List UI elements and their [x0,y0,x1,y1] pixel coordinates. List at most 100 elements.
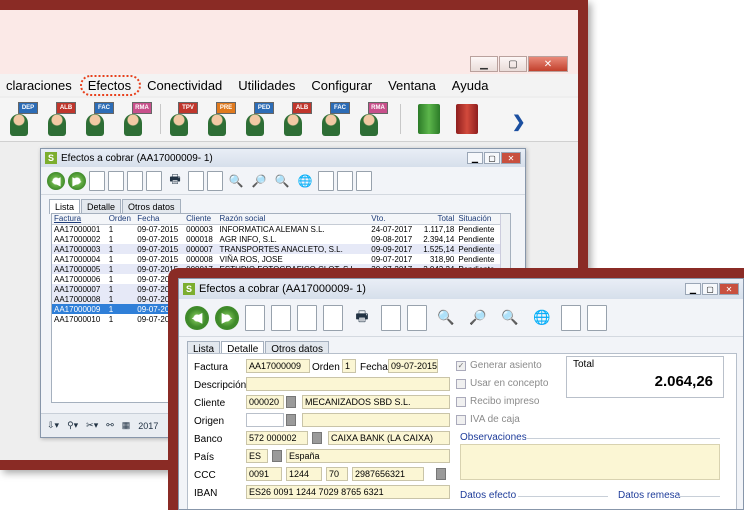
zoom-icon[interactable]: 🔎 [249,171,269,191]
purchase-rma-user-icon[interactable]: RMA [358,102,388,136]
exit-document-icon[interactable] [356,170,372,191]
delivery-note-user-icon[interactable]: ALB [46,102,76,136]
minimize-button[interactable]: ▁ [467,152,483,164]
export-icon[interactable] [318,170,334,191]
export-icon[interactable] [561,304,581,331]
print-icon[interactable]: 🖶 [165,171,185,191]
column-header[interactable]: Total [418,214,457,225]
attach-icon[interactable] [188,170,204,191]
maximize-button[interactable]: ▢ [484,152,500,164]
ccc-account-field[interactable]: 2987656321 [352,467,424,481]
ccc-lookup-button[interactable] [436,468,446,480]
menu-utilidades[interactable]: Utilidades [230,78,303,93]
column-header[interactable]: Fecha [135,214,185,225]
find-icon[interactable]: 🔍 [497,305,523,331]
back-icon[interactable]: ◀ [47,171,65,190]
menu-ayuda[interactable]: Ayuda [444,78,497,93]
pais-name-field[interactable]: España [286,449,450,463]
copy-document-icon[interactable] [323,304,343,331]
green-book-icon[interactable] [418,104,440,134]
pais-lookup-button[interactable] [272,450,282,462]
fecha-field[interactable]: 09-07-2015 [388,359,438,373]
banco-code-field[interactable]: 572 000002 [246,431,308,445]
close-button[interactable]: ✕ [719,283,739,295]
validate-icon[interactable] [207,170,223,191]
factura-field[interactable]: AA17000009 [246,359,310,373]
maximize-button[interactable]: ▢ [499,56,527,72]
tab-detalle[interactable]: Detalle [81,199,122,214]
red-book-icon[interactable] [456,104,478,134]
table-row[interactable]: AA17000003 1 09-07-2015 000007 TRANSPORTES A… [52,244,500,254]
orden-field[interactable]: 1 [342,359,356,373]
column-header[interactable]: Razón social [217,214,370,225]
iban-field[interactable]: ES26 0091 1244 7029 8765 6321 [246,485,450,499]
usar-en-concepto-checkbox[interactable]: Usar en concepto [456,378,548,389]
cliente-lookup-button[interactable] [286,396,296,408]
table-row[interactable]: AA17000001 1 09-07-2015 000003 INFORMATICA A… [52,224,500,234]
calendar-icon[interactable]: ▦ [122,420,131,431]
sort-icon[interactable]: ⇩▾ [47,420,59,431]
origen-lookup-button[interactable] [286,414,296,426]
ccc-dc-field[interactable]: 70 [326,467,348,481]
minimize-button[interactable]: ▁ [685,283,701,295]
tpv-user-icon[interactable]: TPV [168,102,198,136]
back-icon[interactable]: ◀ [185,305,209,330]
search-icon[interactable]: 🔍 [226,171,246,191]
column-header[interactable]: Factura [52,214,107,225]
menu-configurar[interactable]: Configurar [303,78,380,93]
menu-declaraciones[interactable]: claraciones [0,78,80,93]
new-document-icon[interactable] [245,304,265,331]
cliente-name-field[interactable]: MECANIZADOS SBD S.L. [302,395,450,409]
tab-otros-datos[interactable]: Otros datos [122,199,181,214]
purchase-delivery-user-icon[interactable]: ALB [282,102,312,136]
menu-conectividad[interactable]: Conectividad [139,78,230,93]
forward-icon[interactable]: ▶ [215,305,239,330]
delete-document-icon[interactable] [297,304,317,331]
globe-icon[interactable]: 🌐 [295,171,315,191]
toolbar-more-arrow-icon[interactable]: ❯ [512,112,525,132]
report-icon[interactable] [337,170,353,191]
tools-icon[interactable]: ✂▾ [86,420,98,431]
validate-icon[interactable] [407,304,427,331]
purchase-invoice-user-icon[interactable]: FAC [320,102,350,136]
globe-icon[interactable]: 🌐 [529,305,555,331]
deposit-user-icon[interactable]: DEP [8,102,38,136]
iva-de-caja-checkbox[interactable]: IVA de caja [456,414,520,425]
pais-code-field[interactable]: ES [246,449,268,463]
forward-icon[interactable]: ▶ [68,171,86,190]
column-header[interactable]: Situación [456,214,500,225]
ccc-office-field[interactable]: 1244 [286,467,322,481]
find-icon[interactable]: 🔍 [272,171,292,191]
rma-user-icon[interactable]: RMA [122,102,152,136]
delete-document-icon[interactable] [127,170,143,191]
search-icon[interactable]: 🔍 [433,305,459,331]
exit-document-icon[interactable] [587,304,607,331]
column-header[interactable]: Vto. [369,214,419,225]
zoom-icon[interactable]: 🔎 [465,305,491,331]
generar-asiento-checkbox[interactable]: ✓ Generar asiento [456,360,542,371]
new-document-icon[interactable] [89,170,105,191]
attach-icon[interactable] [381,304,401,331]
invoice-user-icon[interactable]: FAC [84,102,114,136]
menu-ventana[interactable]: Ventana [380,78,444,93]
cliente-code-field[interactable]: 000020 [246,395,284,409]
observaciones-field[interactable] [460,444,720,480]
year-field[interactable]: 2017 [138,421,158,431]
order-user-icon[interactable]: PED [244,102,274,136]
edit-document-icon[interactable] [271,304,291,331]
table-row[interactable]: AA17000004 1 09-07-2015 000008 VIÑA ROS, JOS… [52,254,500,264]
origen-name-field[interactable] [302,413,450,427]
edit-document-icon[interactable] [108,170,124,191]
descripcion-field[interactable] [246,377,450,391]
table-row[interactable]: AA17000002 1 09-07-2015 000018 AGR INFO, S.L… [52,234,500,244]
banco-name-field[interactable]: CAIXA BANK (LA CAIXA) [328,431,450,445]
minimize-button[interactable]: ▁ [470,56,498,72]
banco-lookup-button[interactable] [312,432,322,444]
maximize-button[interactable]: ▢ [702,283,718,295]
close-button[interactable]: ✕ [528,56,568,72]
recibo-impreso-checkbox[interactable]: Recibo impreso [456,396,539,407]
filter-icon[interactable]: ⚲▾ [67,420,78,431]
tab-lista[interactable]: Lista [49,199,81,214]
origen-code-field[interactable] [246,413,284,427]
column-header[interactable]: Orden [106,214,136,225]
